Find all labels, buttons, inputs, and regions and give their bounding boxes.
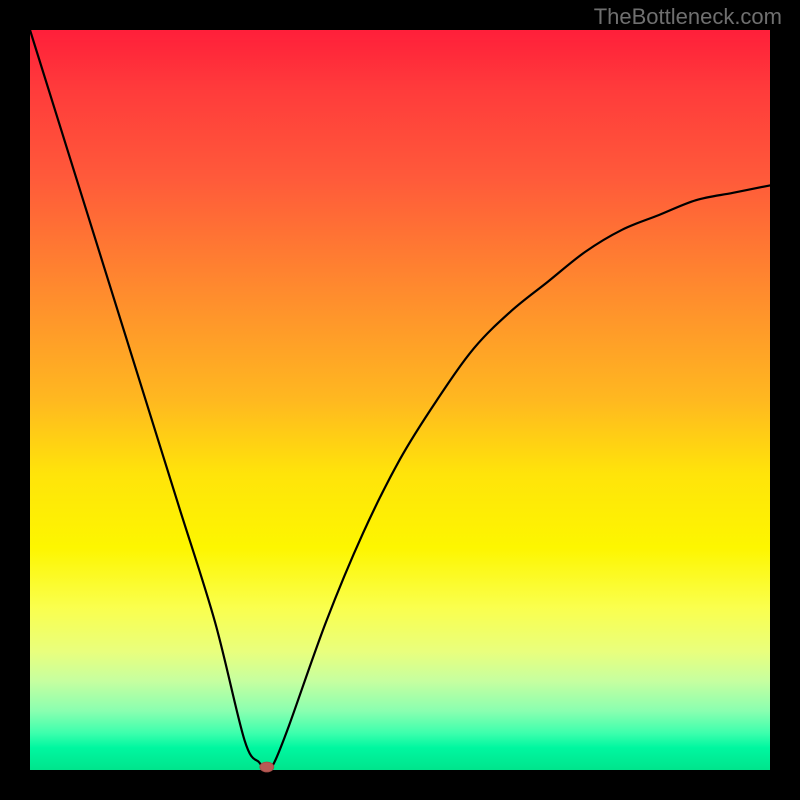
plot-area <box>30 30 770 770</box>
chart-frame: TheBottleneck.com <box>0 0 800 800</box>
bottleneck-curve <box>30 30 770 770</box>
minimum-dot <box>260 762 274 772</box>
watermark-text: TheBottleneck.com <box>594 4 782 30</box>
bottleneck-curve-path <box>30 30 770 770</box>
